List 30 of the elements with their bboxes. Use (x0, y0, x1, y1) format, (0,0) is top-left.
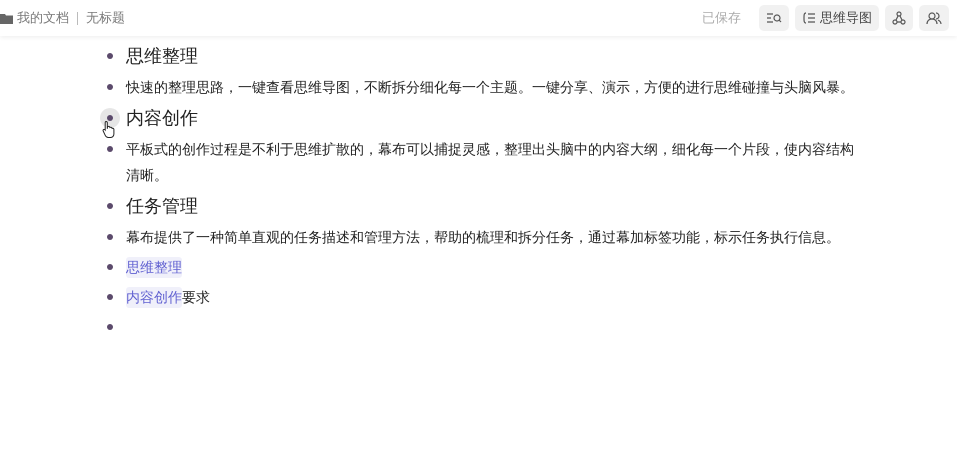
outline-text: 平板式的创作过程是不利于思维扩散的，幕布可以捕捉灵感，整理出头脑中的内容大纲，细化每一个片段，使内容结构清晰。 (126, 140, 855, 185)
outline-icon (802, 12, 816, 24)
folder-icon (0, 12, 13, 24)
outline-text: 快速的整理思路，一键查看思维导图，不断拆分细化每一个主题。一键分享、演示，方便的进行思维碰撞与头脑风暴。 (126, 78, 854, 97)
outline-heading: 思维整理 (126, 44, 198, 68)
bullet[interactable] (107, 294, 113, 300)
nodes-icon (892, 11, 906, 25)
document-title: 无标题 (86, 9, 125, 28)
bullet[interactable] (107, 84, 113, 90)
bullet[interactable] (107, 264, 113, 270)
link[interactable]: 内容创作 (126, 286, 182, 308)
toolbar-button[interactable] (885, 5, 913, 31)
search-list-icon (766, 12, 782, 24)
outline-text: 幕布提供了一种简单直观的任务描述和管理方法，帮助的梳理和拆分任务，通过幕加标签功能，标示任务执行信息。 (126, 228, 840, 247)
bullet[interactable] (107, 234, 113, 240)
toolbar-button[interactable] (919, 5, 949, 31)
bullet[interactable] (107, 146, 113, 152)
hand-cursor-icon (102, 120, 116, 138)
outline-heading: 内容创作 (126, 106, 198, 130)
breadcrumb-link[interactable]: 我的文档 (17, 8, 69, 28)
save-status: 已保存 (702, 9, 741, 28)
toolbar-button[interactable] (759, 5, 789, 31)
outline-text: 要求 (182, 288, 210, 306)
link[interactable]: 思维整理 (126, 256, 182, 278)
outline-heading: 任务管理 (126, 194, 198, 218)
bullet[interactable] (107, 203, 113, 209)
mindmap-button[interactable]: 思维导图 (795, 5, 879, 31)
bullet[interactable] (107, 53, 113, 59)
bullet[interactable] (107, 324, 113, 330)
users-icon (926, 11, 942, 25)
